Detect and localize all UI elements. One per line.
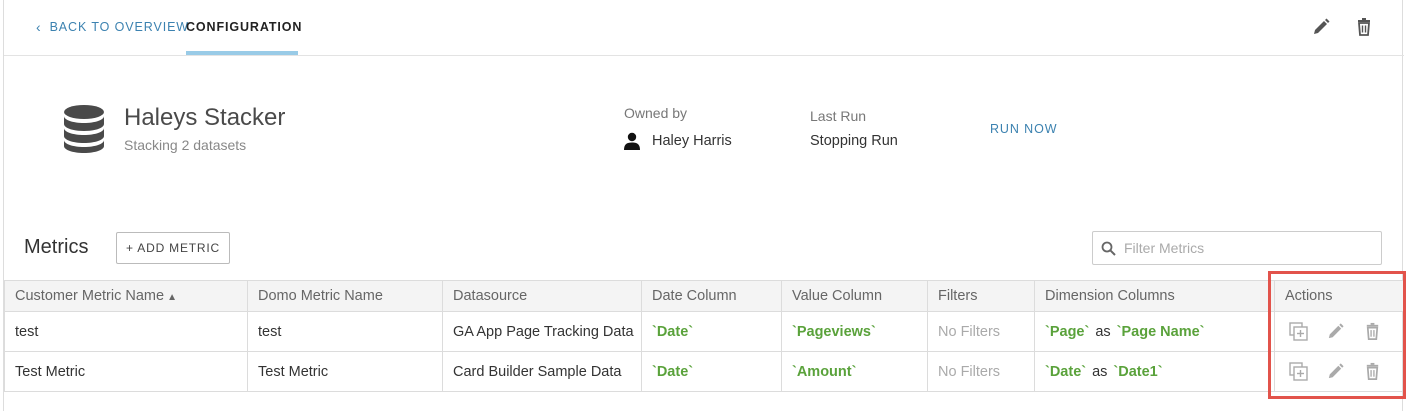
metrics-heading: Metrics: [24, 236, 89, 258]
trash-icon[interactable]: [1363, 322, 1382, 341]
actions-cell: [1274, 311, 1405, 352]
active-tab-indicator: [186, 51, 298, 55]
pencil-icon[interactable]: [1326, 322, 1345, 341]
chevron-left-icon: ‹: [36, 19, 42, 35]
back-to-overview-label: BACK TO OVERVIEW: [49, 20, 189, 34]
dimension-columns-cell: `Date` as `Date1`: [1034, 351, 1275, 392]
dimension-alias: `Page Name`: [1116, 323, 1205, 340]
column-label: Customer Metric Name: [15, 288, 165, 304]
metrics-table: Customer Metric Name ▲ Domo Metric Name D…: [4, 280, 1405, 392]
trash-icon[interactable]: [1363, 362, 1382, 381]
owner: Haley Harris: [624, 132, 732, 150]
pencil-icon[interactable]: [1311, 17, 1331, 37]
page-title: Haleys Stacker: [124, 104, 286, 131]
run-now-button[interactable]: RUN NOW: [990, 122, 1057, 136]
top-nav: ‹ BACK TO OVERVIEW CONFIGURATION: [4, 0, 1404, 56]
column-header-domo-metric-name: Domo Metric Name: [247, 280, 443, 312]
column-header-actions: Actions: [1274, 280, 1405, 312]
dimension-source: `Page`: [1045, 323, 1090, 340]
table-header-row: Customer Metric Name ▲ Domo Metric Name D…: [4, 280, 1405, 312]
dimension-columns-cell: `Page` as `Page Name`: [1034, 311, 1275, 352]
customer-metric-name-cell: test: [4, 311, 248, 352]
dimension-as: as: [1092, 363, 1108, 380]
actions-group: [1285, 322, 1394, 341]
table-row: Test Metric Test Metric Card Builder Sam…: [4, 351, 1405, 392]
tab-configuration[interactable]: CONFIGURATION: [186, 20, 302, 34]
add-metric-button[interactable]: + ADD METRIC: [116, 232, 230, 264]
database-icon: [64, 105, 104, 153]
value-column-value: `Amount`: [792, 363, 857, 380]
filter-metrics-box[interactable]: [1092, 231, 1382, 265]
column-header-filters: Filters: [927, 280, 1035, 312]
column-header-value-column: Value Column: [781, 280, 928, 312]
date-column-cell: `Date`: [641, 351, 782, 392]
value-column-value: `Pageviews`: [792, 323, 876, 340]
page-subtitle: Stacking 2 datasets: [124, 137, 247, 153]
last-run-value: Stopping Run: [810, 133, 898, 149]
column-header-dimension-columns: Dimension Columns: [1034, 280, 1275, 312]
value-column-cell: `Amount`: [781, 351, 928, 392]
date-column-cell: `Date`: [641, 311, 782, 352]
last-run-label: Last Run: [810, 108, 867, 124]
filter-metrics-input[interactable]: [1124, 240, 1374, 256]
owned-by-label: Owned by: [624, 105, 688, 121]
column-header-customer-metric-name[interactable]: Customer Metric Name ▲: [4, 280, 248, 312]
dimension-as: as: [1095, 323, 1111, 340]
duplicate-icon[interactable]: [1289, 322, 1308, 341]
column-header-date-column: Date Column: [641, 280, 782, 312]
actions-cell: [1274, 351, 1405, 392]
page-frame: ‹ BACK TO OVERVIEW CONFIGURATION Haleys …: [3, 0, 1405, 411]
sort-ascending-icon: ▲: [167, 292, 177, 303]
customer-metric-name-cell: Test Metric: [4, 351, 248, 392]
owner-name: Haley Harris: [652, 133, 732, 149]
pencil-icon[interactable]: [1326, 362, 1345, 381]
filters-cell: No Filters: [927, 351, 1035, 392]
table-row: test test GA App Page Tracking Data `Dat…: [4, 311, 1405, 352]
person-icon: [624, 132, 640, 150]
filters-value: No Filters: [938, 363, 1001, 380]
filters-cell: No Filters: [927, 311, 1035, 352]
column-header-datasource: Datasource: [442, 280, 642, 312]
value-column-cell: `Pageviews`: [781, 311, 928, 352]
domo-metric-name-cell: Test Metric: [247, 351, 443, 392]
dimension-source: `Date`: [1045, 363, 1087, 380]
duplicate-icon[interactable]: [1289, 362, 1308, 381]
dimension-alias: `Date1`: [1113, 363, 1163, 380]
trash-icon[interactable]: [1354, 17, 1374, 37]
search-icon: [1101, 241, 1116, 256]
actions-group: [1285, 362, 1394, 381]
datasource-cell: Card Builder Sample Data: [442, 351, 642, 392]
back-to-overview-link[interactable]: ‹ BACK TO OVERVIEW: [36, 20, 189, 34]
date-column-value: `Date`: [652, 323, 694, 340]
filters-value: No Filters: [938, 323, 1001, 340]
domo-metric-name-cell: test: [247, 311, 443, 352]
datasource-cell: GA App Page Tracking Data: [442, 311, 642, 352]
date-column-value: `Date`: [652, 363, 694, 380]
